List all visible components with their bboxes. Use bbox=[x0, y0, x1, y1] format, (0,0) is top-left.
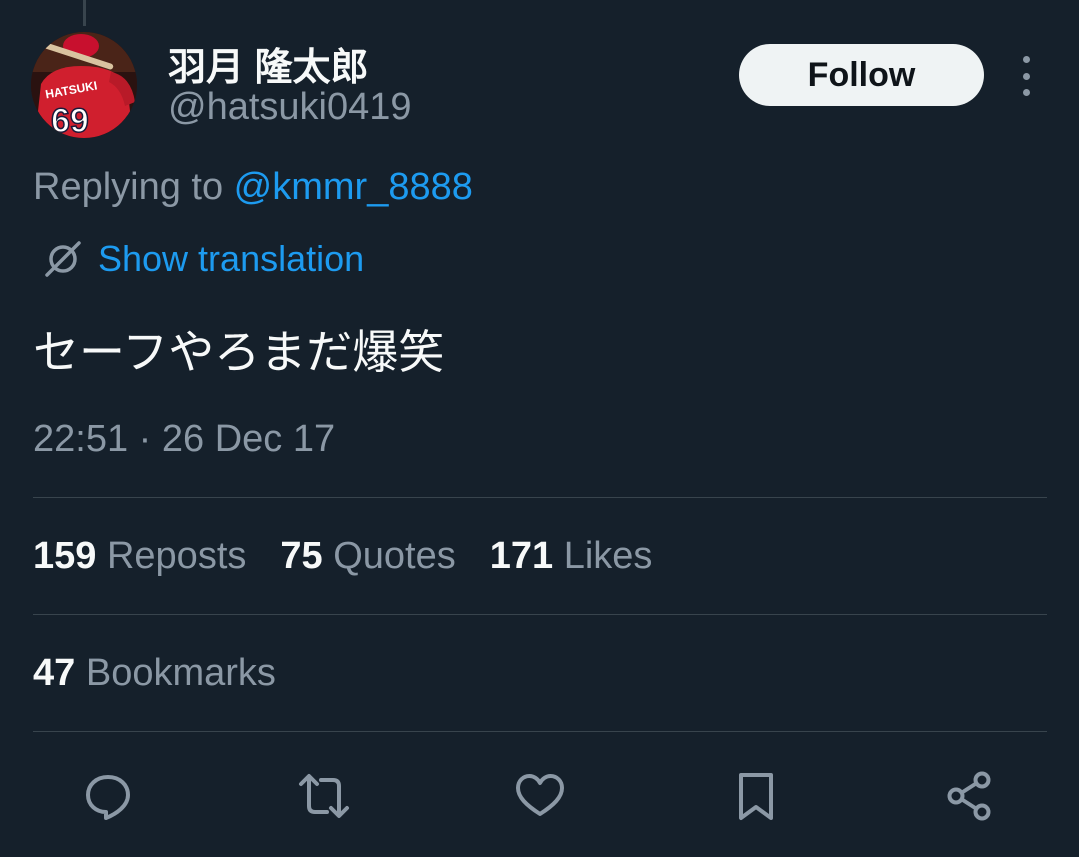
share-icon bbox=[947, 771, 991, 821]
author-display-name[interactable]: 羽月 隆太郎 bbox=[168, 36, 369, 91]
tweet-action-bar bbox=[0, 766, 1079, 826]
engagement-stats: 159 Reposts 75 Quotes 171 Likes bbox=[33, 535, 652, 578]
bookmark-icon bbox=[739, 773, 773, 820]
like-button[interactable] bbox=[510, 766, 570, 826]
more-vertical-icon[interactable] bbox=[1010, 56, 1042, 96]
likes-label: Likes bbox=[563, 535, 653, 577]
like-icon bbox=[516, 774, 564, 816]
tweet-text: セーフやろまだ爆笑 bbox=[33, 325, 445, 379]
reply-button[interactable] bbox=[78, 766, 138, 826]
likes-count: 171 bbox=[489, 535, 554, 577]
replying-prefix: Replying to bbox=[33, 166, 234, 208]
likes-stat[interactable]: 171 Likes bbox=[490, 535, 653, 578]
more-dot bbox=[1022, 56, 1030, 63]
avatar-photo: HATSUKI 69 bbox=[31, 32, 137, 138]
reply-icon bbox=[86, 775, 130, 820]
globe-icon bbox=[45, 241, 81, 277]
avatar[interactable]: HATSUKI 69 bbox=[31, 32, 137, 138]
bookmarks-stat[interactable]: 47 Bookmarks bbox=[33, 652, 276, 695]
show-translation-label: Show translation bbox=[98, 238, 365, 279]
bookmarks-label: Bookmarks bbox=[85, 652, 276, 694]
divider bbox=[33, 497, 1047, 498]
divider bbox=[33, 731, 1047, 732]
reposts-count: 159 bbox=[33, 535, 97, 577]
author-handle[interactable]: @hatsuki0419 bbox=[168, 86, 412, 129]
reposts-label: Reposts bbox=[106, 535, 247, 577]
more-dot bbox=[1022, 89, 1030, 96]
divider bbox=[33, 614, 1047, 615]
thread-connector-line bbox=[83, 0, 86, 26]
avatar-jersey-number: 69 bbox=[51, 102, 89, 138]
repost-button[interactable] bbox=[294, 766, 354, 826]
bookmarks-count: 47 bbox=[33, 652, 76, 694]
quotes-count: 75 bbox=[280, 535, 323, 577]
replying-to: Replying to @kmmr_8888 bbox=[33, 166, 473, 209]
repost-icon bbox=[299, 774, 349, 818]
quotes-label: Quotes bbox=[333, 535, 456, 577]
tweet-timestamp[interactable]: 22:51 · 26 Dec 17 bbox=[33, 418, 335, 461]
quotes-stat[interactable]: 75 Quotes bbox=[280, 535, 455, 578]
show-translation-link[interactable]: Show translation bbox=[42, 238, 364, 280]
follow-button[interactable]: Follow bbox=[739, 44, 984, 106]
bookmark-button[interactable] bbox=[726, 766, 786, 826]
more-dot bbox=[1022, 72, 1030, 80]
reply-mention-link[interactable]: @kmmr_8888 bbox=[234, 166, 473, 208]
reposts-stat[interactable]: 159 Reposts bbox=[33, 535, 246, 578]
share-button[interactable] bbox=[940, 766, 1000, 826]
